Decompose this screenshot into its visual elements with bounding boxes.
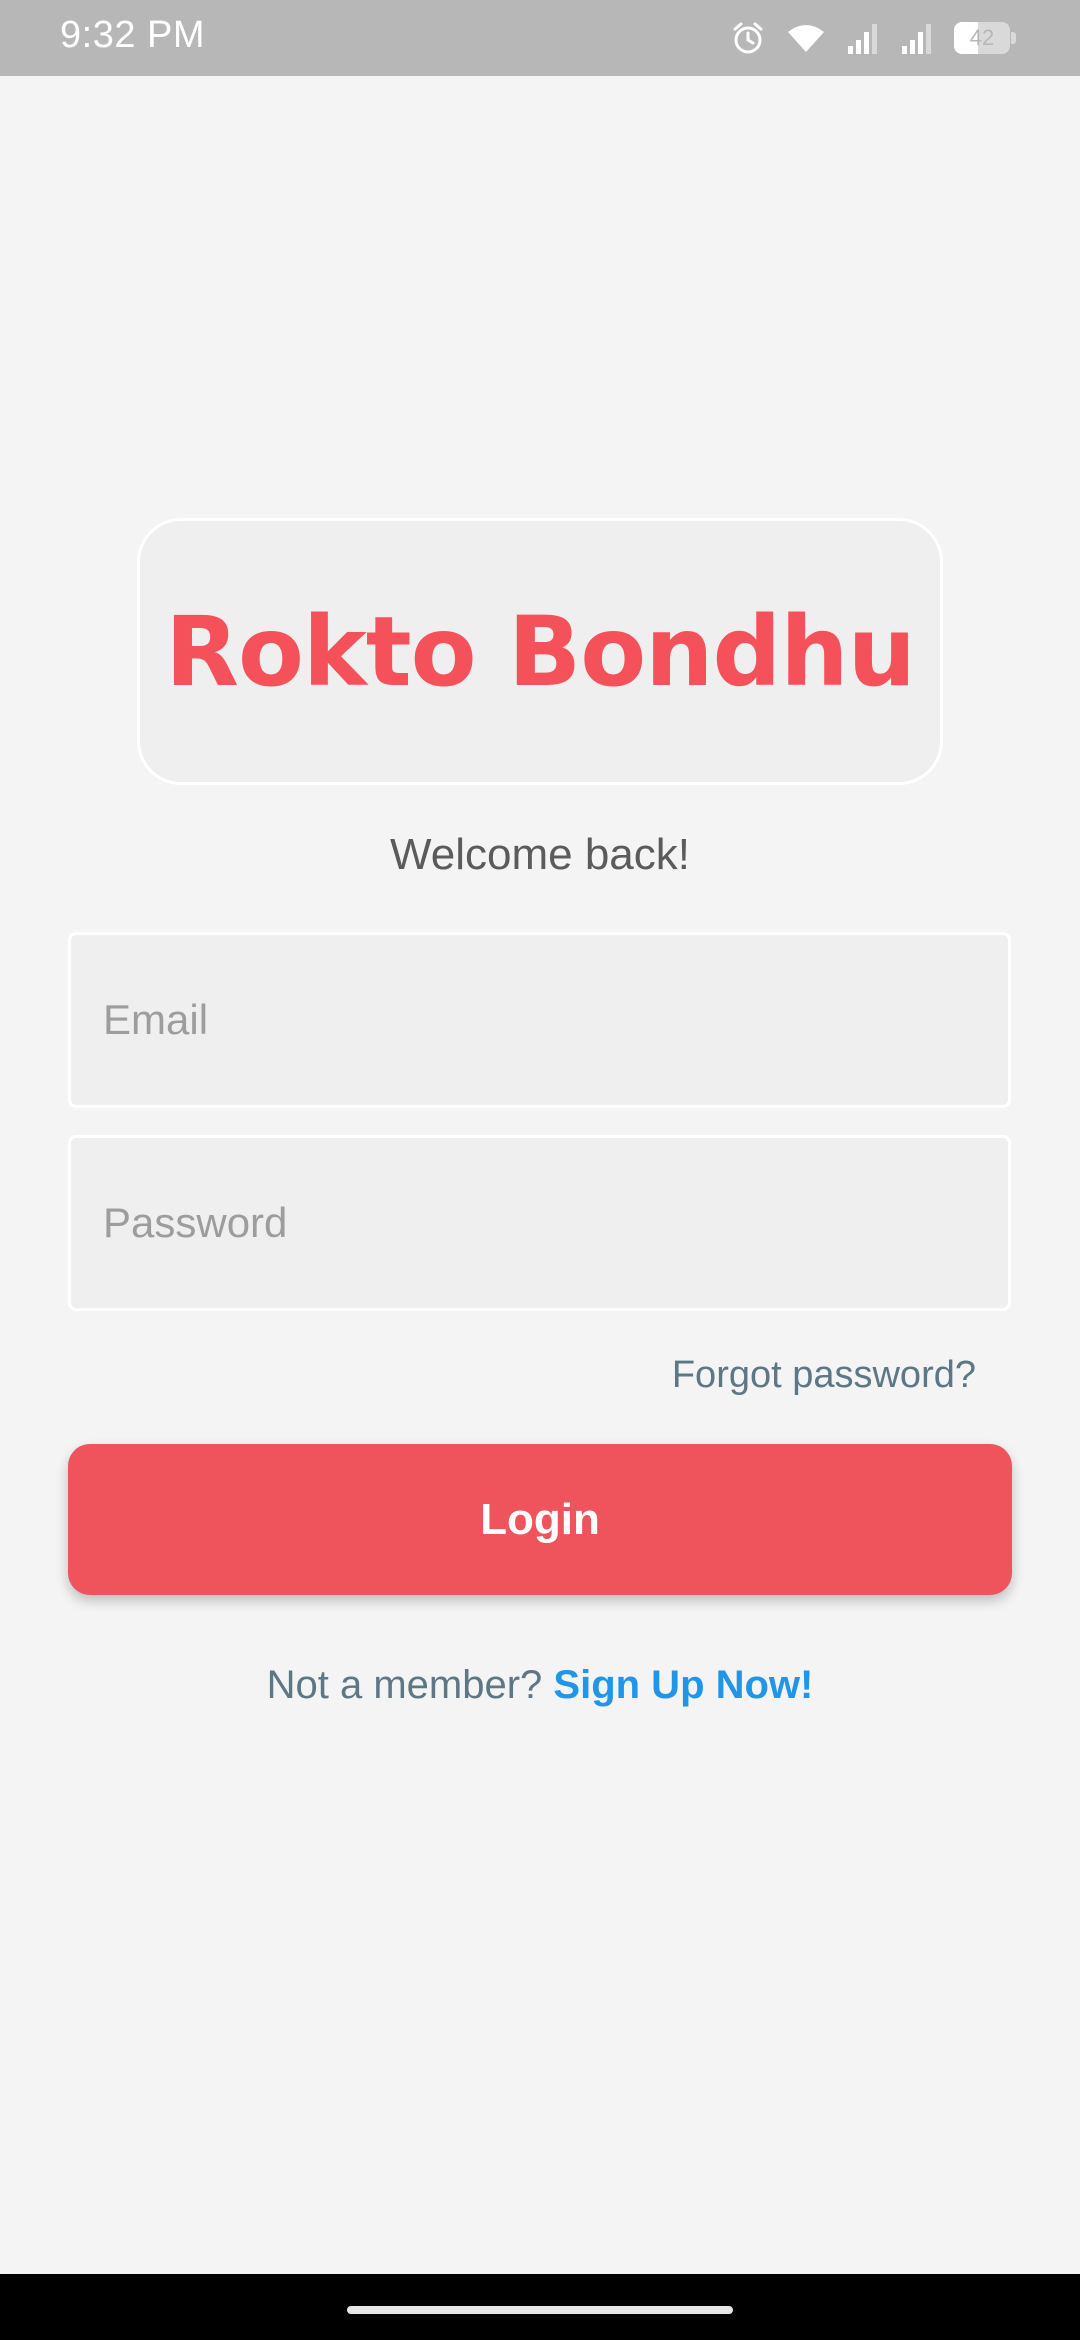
signal-icon — [846, 22, 880, 54]
app-logo-text: Rokto Bondhu — [165, 595, 916, 708]
password-field[interactable] — [68, 1135, 1011, 1311]
signup-prompt: Not a member? — [266, 1663, 543, 1707]
home-indicator[interactable] — [347, 2306, 733, 2314]
forgot-password-link[interactable]: Forgot password? — [672, 1354, 976, 1397]
status-time: 9:32 PM — [60, 14, 206, 56]
status-bar: 9:32 PM 42 — [0, 0, 1080, 76]
signup-row: Not a member? Sign Up Now! — [0, 1663, 1080, 1708]
battery-level: 42 — [969, 25, 995, 50]
wifi-icon — [786, 22, 826, 54]
app-logo-card: Rokto Bondhu — [137, 518, 943, 785]
signup-link[interactable]: Sign Up Now! — [553, 1663, 813, 1707]
email-field[interactable] — [68, 932, 1011, 1108]
battery-cap — [1011, 32, 1016, 44]
welcome-text: Welcome back! — [390, 830, 690, 879]
signal-icon — [900, 22, 934, 54]
alarm-icon — [730, 20, 766, 56]
login-button[interactable]: Login — [68, 1444, 1012, 1595]
navigation-bar — [0, 2274, 1080, 2340]
status-icons: 42 — [730, 18, 1016, 58]
battery-icon: 42 — [954, 22, 1016, 54]
